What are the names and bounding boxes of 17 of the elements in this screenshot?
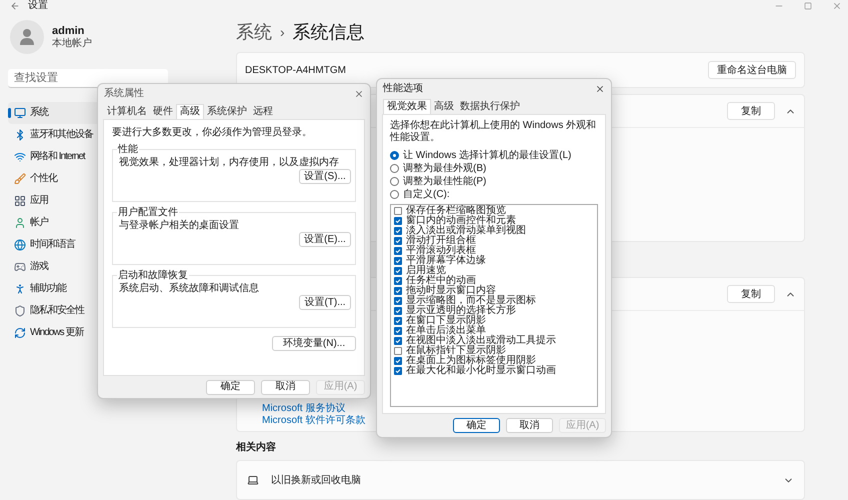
dialog-title: 性能选项 xyxy=(383,84,423,94)
page-title: 系统信息 xyxy=(292,23,365,41)
group-title: 启动和故障恢复 xyxy=(117,270,189,281)
group-description: 与登录帐户相关的桌面设置 xyxy=(118,220,240,232)
panel-description: 选择你想在此计算机上使用的 Windows 外观和性能设置。 xyxy=(390,120,598,144)
section-heading: 相关内容 xyxy=(236,440,277,455)
account-type: 本地帐户 xyxy=(52,38,92,50)
group-title: 性能 xyxy=(117,144,139,155)
admin-notice: 要进行大多数更改，你必须作为管理员登录。 xyxy=(112,126,313,139)
group-description: 视觉效果，处理器计划，内存使用，以及虚拟内存 xyxy=(118,157,340,169)
account-name: admin xyxy=(52,24,86,38)
window-title: 设置 xyxy=(28,1,48,11)
breadcrumb-separator: › xyxy=(280,25,285,39)
group-description: 系统启动、系统故障和调试信息 xyxy=(118,283,260,295)
group-title: 用户配置文件 xyxy=(117,207,179,218)
dialog-title: 系统属性 xyxy=(104,89,144,99)
device-name: DESKTOP-A4HMTGM xyxy=(245,64,346,78)
